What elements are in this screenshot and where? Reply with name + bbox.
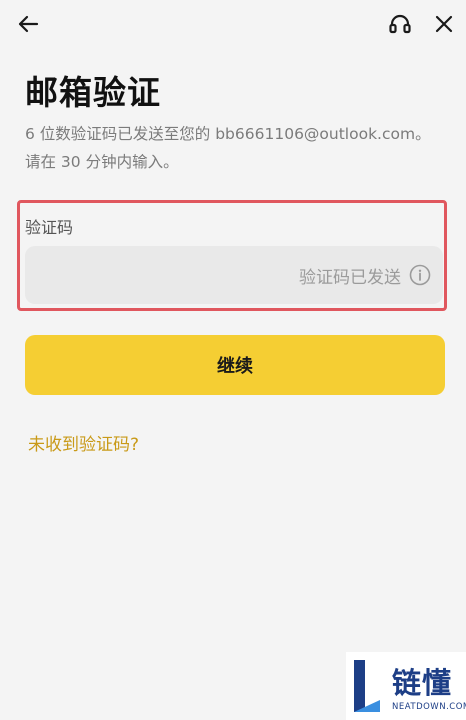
customer-support-button[interactable] [384, 8, 416, 40]
watermark-logo: 链懂 NEATDOWN.COM [346, 652, 466, 720]
arrow-left-icon [18, 15, 39, 33]
close-button[interactable] [428, 8, 460, 40]
instruction-line-2: 请在 30 分钟内输入。 [25, 153, 179, 171]
watermark-site-text: NEATDOWN.COM [392, 702, 466, 712]
email-verification-screen: 邮箱验证 6 位数验证码已发送至您的 bb6661106@outlook.com… [0, 0, 466, 720]
verification-code-input[interactable] [25, 246, 443, 304]
continue-button[interactable]: 继续 [25, 335, 445, 395]
headset-icon [389, 14, 411, 34]
verification-code-label: 验证码 [25, 218, 74, 237]
page-title: 邮箱验证 [25, 73, 161, 112]
watermark-brand-text: 链懂 [392, 666, 453, 700]
back-button[interactable] [12, 8, 44, 40]
brand-logo-icon [354, 660, 380, 712]
instruction-line-1: 6 位数验证码已发送至您的 bb6661106@outlook.com。 [25, 125, 431, 143]
info-circle-icon[interactable] [409, 264, 431, 286]
code-not-received-link[interactable]: 未收到验证码? [28, 430, 139, 455]
verification-code-field[interactable]: 验证码已发送 [25, 246, 443, 304]
instruction-text: 6 位数验证码已发送至您的 bb6661106@outlook.com。 请在 … [25, 120, 450, 176]
close-icon [435, 15, 453, 33]
top-bar [0, 0, 466, 48]
